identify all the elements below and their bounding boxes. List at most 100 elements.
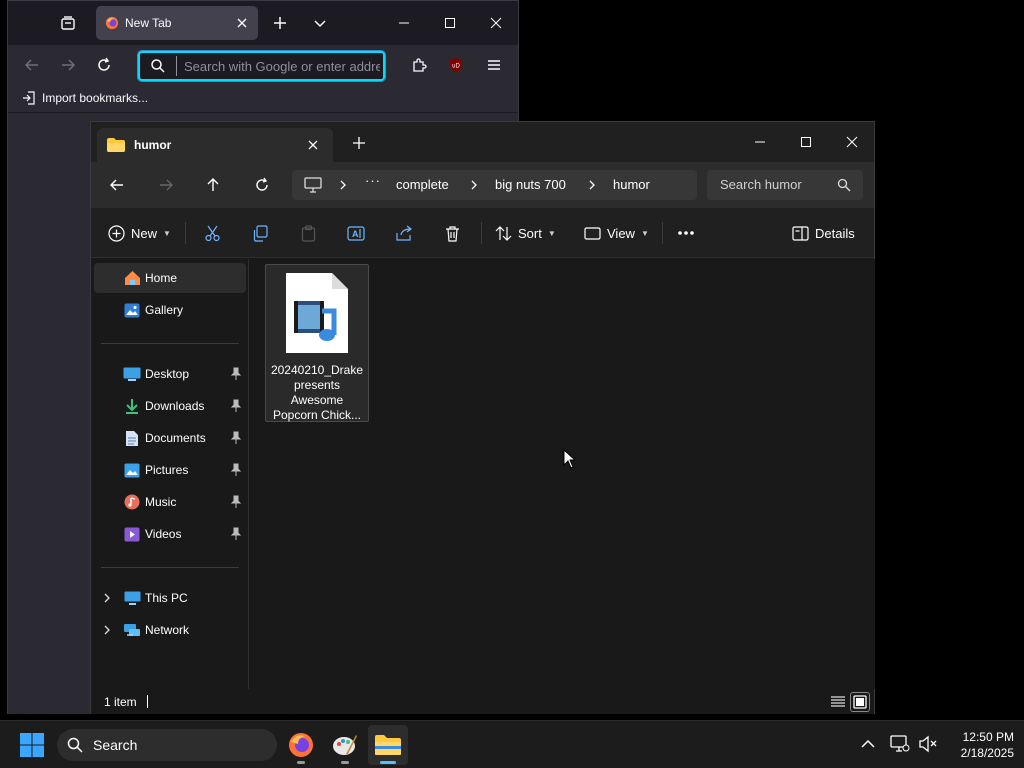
windows-start-icon[interactable]: [20, 733, 44, 757]
expand-chevron-icon[interactable]: [103, 593, 111, 603]
breadcrumb-chevron-icon[interactable]: [468, 179, 480, 191]
large-icons-view-toggle[interactable]: [850, 692, 870, 712]
share-button[interactable]: [396, 221, 413, 245]
sidebar-item-documents[interactable]: Documents: [94, 423, 246, 453]
sidebar-item-gallery[interactable]: Gallery: [94, 295, 246, 325]
import-bookmarks-link[interactable]: Import bookmarks...: [22, 91, 148, 105]
url-input[interactable]: [184, 56, 380, 76]
explorer-minimize-button[interactable]: [737, 120, 783, 164]
firefox-logo-icon: [105, 16, 119, 30]
new-button[interactable]: New ▼: [108, 221, 171, 245]
file-list-area[interactable]: 20240210_Drake presents Awesome Popcorn …: [250, 259, 875, 689]
breadcrumb-chevron-icon[interactable]: [337, 179, 349, 191]
sidebar-item-network[interactable]: Network: [94, 615, 246, 645]
back-arrow-icon[interactable]: [105, 173, 129, 197]
sidebar-item-label: Downloads: [145, 399, 205, 413]
explorer-tab-title: humor: [134, 138, 172, 152]
document-icon: [123, 429, 141, 447]
download-arrow-icon: [123, 397, 141, 415]
refresh-icon[interactable]: [250, 173, 274, 197]
taskbar-search-box[interactable]: Search: [57, 729, 277, 761]
firefox-minimize-button[interactable]: [381, 1, 427, 45]
video-file-icon: [286, 273, 348, 353]
breadcrumb-chevron-icon[interactable]: [586, 179, 598, 191]
explorer-title-bar: humor: [91, 122, 874, 162]
details-pane-button[interactable]: Details: [792, 221, 855, 245]
pin-icon[interactable]: [230, 367, 242, 381]
details-view-toggle[interactable]: [828, 692, 848, 712]
list-all-tabs-chevron-icon[interactable]: [306, 9, 334, 37]
firefox-tab-new-tab[interactable]: New Tab: [96, 6, 258, 40]
pin-icon[interactable]: [230, 527, 242, 541]
breadcrumb-segment-humor[interactable]: humor: [613, 177, 650, 192]
show-hidden-icons-chevron-icon[interactable]: [861, 739, 875, 749]
taskbar-clock[interactable]: 12:50 PM 2/18/2025: [944, 729, 1014, 761]
sidebar-item-downloads[interactable]: Downloads: [94, 391, 246, 421]
pin-icon[interactable]: [230, 399, 242, 413]
sidebar-item-label: Pictures: [145, 463, 189, 477]
new-tab-plus-icon[interactable]: [351, 135, 367, 151]
forward-arrow-icon[interactable]: [154, 173, 178, 197]
delete-button[interactable]: [444, 221, 461, 245]
pictures-icon: [123, 461, 141, 479]
view-button[interactable]: View ▼: [584, 221, 649, 245]
volume-muted-icon[interactable]: [918, 735, 938, 753]
pin-icon[interactable]: [230, 463, 242, 477]
sidebar-item-desktop[interactable]: Desktop: [94, 359, 246, 389]
see-more-button[interactable]: [677, 221, 695, 245]
sidebar-item-music[interactable]: Music: [94, 487, 246, 517]
network-display-icon[interactable]: [890, 735, 910, 753]
breadcrumb-overflow-icon[interactable]: ···: [365, 173, 381, 188]
taskbar-app-file-explorer[interactable]: [368, 725, 408, 765]
sidebar-item-videos[interactable]: Videos: [94, 519, 246, 549]
explorer-tab-humor[interactable]: humor: [97, 128, 333, 162]
breadcrumb-segment-complete[interactable]: complete: [396, 177, 449, 192]
rename-button[interactable]: A: [347, 221, 365, 245]
up-arrow-icon[interactable]: [201, 173, 225, 197]
firefox-nav-bar: uD: [8, 45, 518, 85]
running-indicator: [297, 761, 305, 764]
new-tab-plus-icon[interactable]: [266, 9, 294, 37]
pin-icon[interactable]: [230, 495, 242, 509]
reload-icon[interactable]: [92, 53, 116, 77]
this-pc-monitor-icon[interactable]: [304, 177, 322, 193]
explorer-search-box[interactable]: Search humor: [707, 170, 863, 200]
sidebar-item-label: Gallery: [145, 303, 184, 317]
file-explorer-window: humor ··· complete big nuts 700 humor Se…: [90, 121, 875, 714]
bookmarks-toolbar: Import bookmarks...: [8, 85, 518, 113]
sort-button[interactable]: Sort ▼: [495, 221, 556, 245]
pin-icon[interactable]: [230, 431, 242, 445]
firefox-close-button[interactable]: [473, 1, 519, 45]
folder-icon: [375, 735, 401, 755]
extensions-puzzle-icon[interactable]: [407, 53, 431, 77]
close-tab-icon[interactable]: [305, 137, 321, 153]
ublock-origin-icon[interactable]: uD: [444, 53, 468, 77]
taskbar-app-paint[interactable]: [325, 725, 365, 765]
paste-button[interactable]: [300, 221, 317, 245]
taskbar-app-firefox[interactable]: [281, 725, 321, 765]
close-tab-icon[interactable]: [234, 15, 250, 31]
back-arrow-icon[interactable]: [20, 53, 44, 77]
hamburger-menu-icon[interactable]: [482, 53, 506, 77]
explorer-close-button[interactable]: [829, 120, 875, 164]
sidebar-item-label: Network: [145, 623, 190, 637]
toolbar-divider: [481, 222, 482, 244]
status-bar: 1 item: [91, 689, 874, 714]
copy-button[interactable]: [252, 221, 269, 245]
breadcrumb[interactable]: ··· complete big nuts 700 humor: [292, 170, 697, 200]
firefox-maximize-button[interactable]: [427, 1, 473, 45]
details-pane-icon: [792, 225, 809, 241]
import-bookmarks-label: Import bookmarks...: [42, 91, 149, 105]
expand-chevron-icon[interactable]: [103, 625, 111, 635]
sidebar-item-home[interactable]: Home: [94, 263, 246, 293]
cut-button[interactable]: [204, 221, 221, 245]
breadcrumb-segment-big-nuts-700[interactable]: big nuts 700: [495, 177, 566, 192]
firefox-view-icon[interactable]: [54, 9, 82, 37]
explorer-maximize-button[interactable]: [783, 120, 829, 164]
url-bar[interactable]: [137, 50, 386, 82]
navigation-pane: Home Gallery Desktop Downloads Documents: [91, 259, 249, 689]
forward-arrow-icon[interactable]: [56, 53, 80, 77]
sidebar-item-this-pc[interactable]: This PC: [94, 583, 246, 613]
file-item[interactable]: 20240210_Drake presents Awesome Popcorn …: [265, 264, 369, 422]
sidebar-item-pictures[interactable]: Pictures: [94, 455, 246, 485]
